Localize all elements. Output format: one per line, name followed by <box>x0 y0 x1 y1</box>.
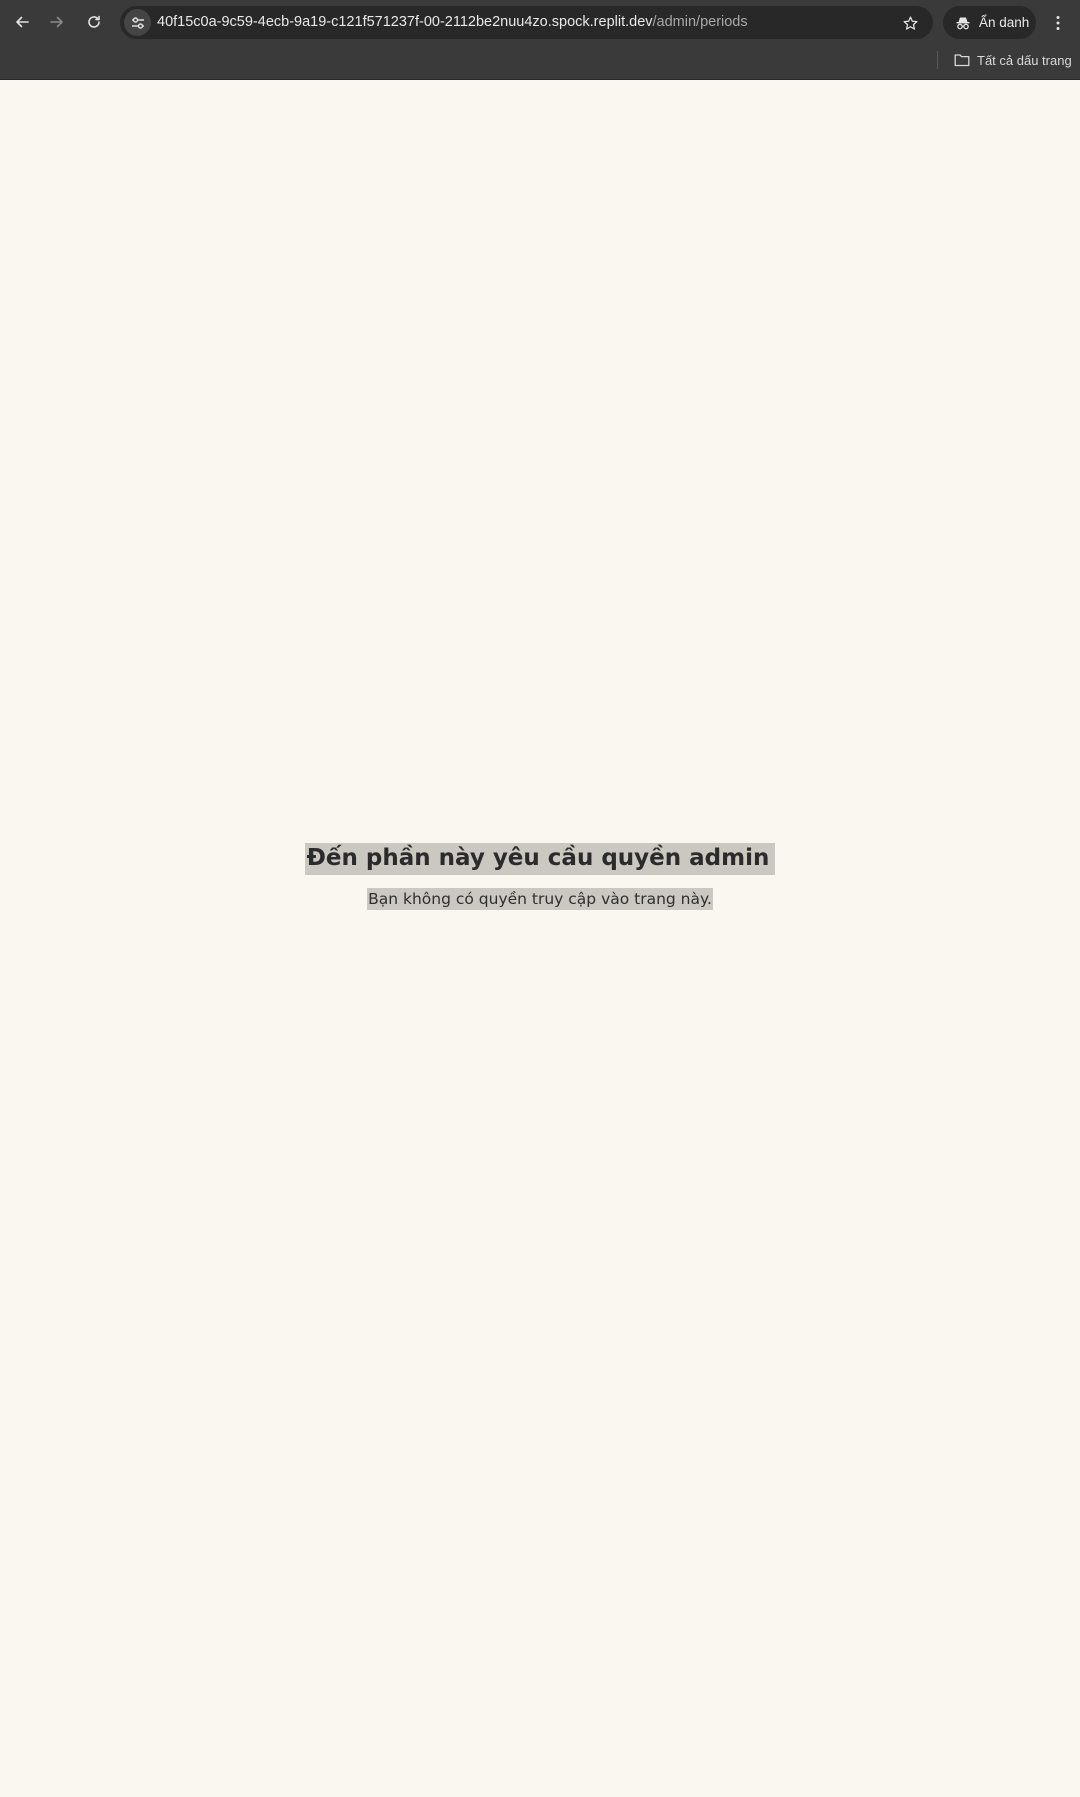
address-bar[interactable]: 40f15c0a-9c59-4ecb-9a19-c121f571237f-00-… <box>120 6 933 39</box>
folder-icon <box>954 54 970 67</box>
star-icon <box>902 15 918 30</box>
browser-menu-button[interactable] <box>1048 7 1068 39</box>
url-path: /admin/periods <box>652 14 748 30</box>
back-arrow-icon <box>16 16 29 28</box>
back-button[interactable] <box>6 6 38 38</box>
browser-toolbar: 40f15c0a-9c59-4ecb-9a19-c121f571237f-00-… <box>0 0 1080 46</box>
incognito-label: Ẩn danh <box>979 15 1030 30</box>
all-bookmarks-label: Tất cả dấu trang <box>977 52 1072 68</box>
page-content <box>0 81 1080 1797</box>
all-bookmarks-button[interactable]: Tất cả dấu trang <box>954 49 1072 71</box>
site-info-button[interactable] <box>124 9 151 36</box>
access-denied-message: Đến phần này yêu cầu quyền admin Bạn khô… <box>0 843 1080 926</box>
reload-button[interactable] <box>78 6 110 38</box>
page-heading: Đến phần này yêu cầu quyền admin <box>304 843 776 875</box>
forward-button[interactable] <box>41 6 73 38</box>
bookmarks-divider <box>937 51 938 69</box>
site-settings-icon <box>131 16 144 29</box>
url-host: 40f15c0a-9c59-4ecb-9a19-c121f571237f-00-… <box>157 14 653 30</box>
incognito-indicator[interactable]: Ẩn danh <box>943 6 1036 39</box>
page-subtext: Bạn không có quyền truy cập vào trang nà… <box>367 888 713 910</box>
url-text[interactable]: 40f15c0a-9c59-4ecb-9a19-c121f571237f-00-… <box>157 6 748 39</box>
browser-chrome: 40f15c0a-9c59-4ecb-9a19-c121f571237f-00-… <box>0 0 1080 80</box>
incognito-icon <box>956 17 970 29</box>
bookmark-star-button[interactable] <box>897 10 923 36</box>
reload-icon <box>88 15 100 28</box>
more-vert-icon <box>1056 16 1060 30</box>
forward-arrow-icon <box>50 16 63 28</box>
bookmarks-bar: Tất cả dấu trang <box>0 46 1080 80</box>
